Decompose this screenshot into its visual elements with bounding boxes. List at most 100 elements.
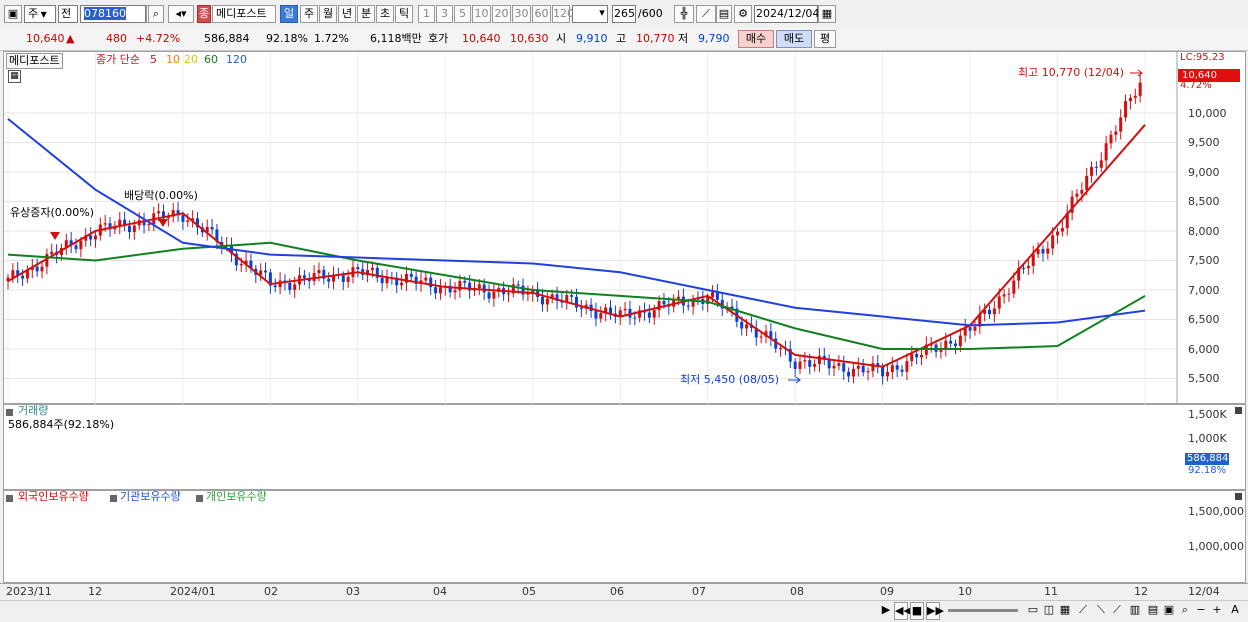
candle-body — [1080, 190, 1084, 194]
x-tick: 12 — [88, 585, 102, 598]
candle-body — [477, 284, 481, 289]
candle-body — [516, 284, 520, 286]
y-tick: 6,000 — [1188, 343, 1220, 356]
stop-icon[interactable]: ■ — [910, 602, 924, 620]
candle-body — [813, 364, 817, 367]
legend-individual: 개인보유수량 — [206, 490, 267, 503]
candle-body — [186, 220, 190, 222]
vol-y-tick: 1,500K — [1188, 408, 1227, 421]
candle-body — [264, 270, 268, 273]
candle-body — [633, 317, 637, 319]
candle-body — [895, 365, 899, 370]
candle-body — [652, 310, 656, 318]
candle-body — [579, 307, 583, 309]
y-tick: 7,500 — [1188, 254, 1220, 267]
trend-icon[interactable]: ⟍ — [1094, 602, 1108, 620]
scroll-slider[interactable] — [948, 609, 1018, 612]
candle-body — [302, 275, 306, 279]
candle-body — [409, 273, 413, 277]
ma-20-label: 20 — [184, 53, 198, 66]
candle-body — [341, 275, 345, 282]
close-panel-icon[interactable] — [1235, 407, 1242, 414]
volume-value-label: 586,884주(92.18%) — [8, 418, 115, 431]
layout-split-icon[interactable]: ◫ — [1042, 602, 1056, 620]
candle-body — [803, 360, 807, 362]
candle-body — [400, 282, 404, 286]
y-tick: 7,000 — [1188, 284, 1220, 297]
candle-body — [919, 354, 923, 358]
panel-handle-icon[interactable] — [196, 495, 203, 502]
panel-icon[interactable]: ▣ — [1162, 602, 1176, 620]
candle-body — [1104, 143, 1108, 161]
candle-body — [1051, 235, 1055, 249]
candle-body — [657, 301, 661, 311]
grid-icon[interactable]: ▦ — [1058, 602, 1072, 620]
x-tick: 12 — [1134, 585, 1148, 598]
candle-body — [594, 311, 598, 319]
event-marker-icon — [50, 232, 60, 240]
table-icon[interactable]: ▦ — [8, 70, 21, 83]
candle-body — [973, 326, 977, 331]
candle-body — [881, 366, 885, 377]
tool-icon[interactable]: ▤ — [1146, 602, 1160, 620]
candle-body — [438, 287, 442, 294]
x-tick: 06 — [610, 585, 624, 598]
candle-body — [910, 353, 914, 362]
layout-icon[interactable]: ▭ — [1026, 602, 1040, 620]
line-tool-icon[interactable]: ⟋ — [1076, 602, 1090, 620]
forward-icon[interactable]: ▶▶ — [926, 602, 944, 620]
candle-body — [740, 321, 744, 329]
panel-handle-icon[interactable] — [6, 409, 13, 416]
tool-icon[interactable]: ▥ — [1128, 602, 1142, 620]
stock-name-tag[interactable]: 메디포스트 — [6, 53, 63, 69]
x-tick: 09 — [880, 585, 894, 598]
candle-body — [1119, 117, 1123, 132]
candle-body — [1007, 293, 1011, 295]
candle-body — [210, 226, 214, 230]
text-tool-icon[interactable]: A — [1228, 602, 1242, 620]
candle-body — [686, 305, 690, 307]
panel-handle-icon[interactable] — [110, 495, 117, 502]
candle-body — [356, 267, 360, 270]
panel-handle-icon[interactable] — [6, 495, 13, 502]
candle-body — [842, 363, 846, 372]
candle-body — [463, 280, 467, 283]
candle-body — [798, 361, 802, 369]
play-icon[interactable]: ▶ — [880, 602, 892, 620]
tool-icon[interactable]: ⟋ — [1110, 602, 1124, 620]
candle-body — [11, 270, 15, 278]
candle-body — [599, 313, 603, 319]
candle-body — [856, 365, 860, 369]
candle-body — [1085, 175, 1089, 191]
legend-institution: 기관보유수량 — [120, 490, 181, 503]
y-tick: 8,500 — [1188, 195, 1220, 208]
close-panel-icon[interactable] — [1235, 493, 1242, 500]
candle-body — [745, 324, 749, 329]
last-price-tag: 10,640 — [1178, 69, 1240, 82]
holding-panel — [3, 490, 1246, 583]
ma-5-label: 5 — [150, 53, 157, 66]
zoom-in-icon[interactable]: + — [1210, 602, 1224, 620]
rewind-icon[interactable]: ◀◀ — [894, 602, 912, 620]
candle-body — [1114, 131, 1118, 135]
x-tick: 07 — [692, 585, 706, 598]
zoom-icon[interactable]: ⌕ — [1178, 602, 1192, 620]
candle-body — [992, 308, 996, 315]
zoom-out-icon[interactable]: − — [1194, 602, 1208, 620]
candle-body — [837, 363, 841, 366]
candle-body — [273, 285, 277, 288]
lc-label: LC:95.23 — [1180, 52, 1225, 63]
candle-body — [861, 365, 865, 373]
ma-10-label: 10 — [166, 53, 180, 66]
candle-body — [915, 353, 919, 358]
candle-body — [968, 327, 972, 331]
candle-body — [147, 224, 151, 226]
candle-body — [1094, 166, 1098, 168]
candle-body — [103, 223, 107, 225]
candle-body — [74, 245, 78, 250]
candle-body — [434, 287, 438, 294]
candle-body — [851, 368, 855, 377]
candle-body — [1075, 193, 1079, 197]
candle-body — [1002, 294, 1006, 297]
y-tick: 6,500 — [1188, 313, 1220, 326]
